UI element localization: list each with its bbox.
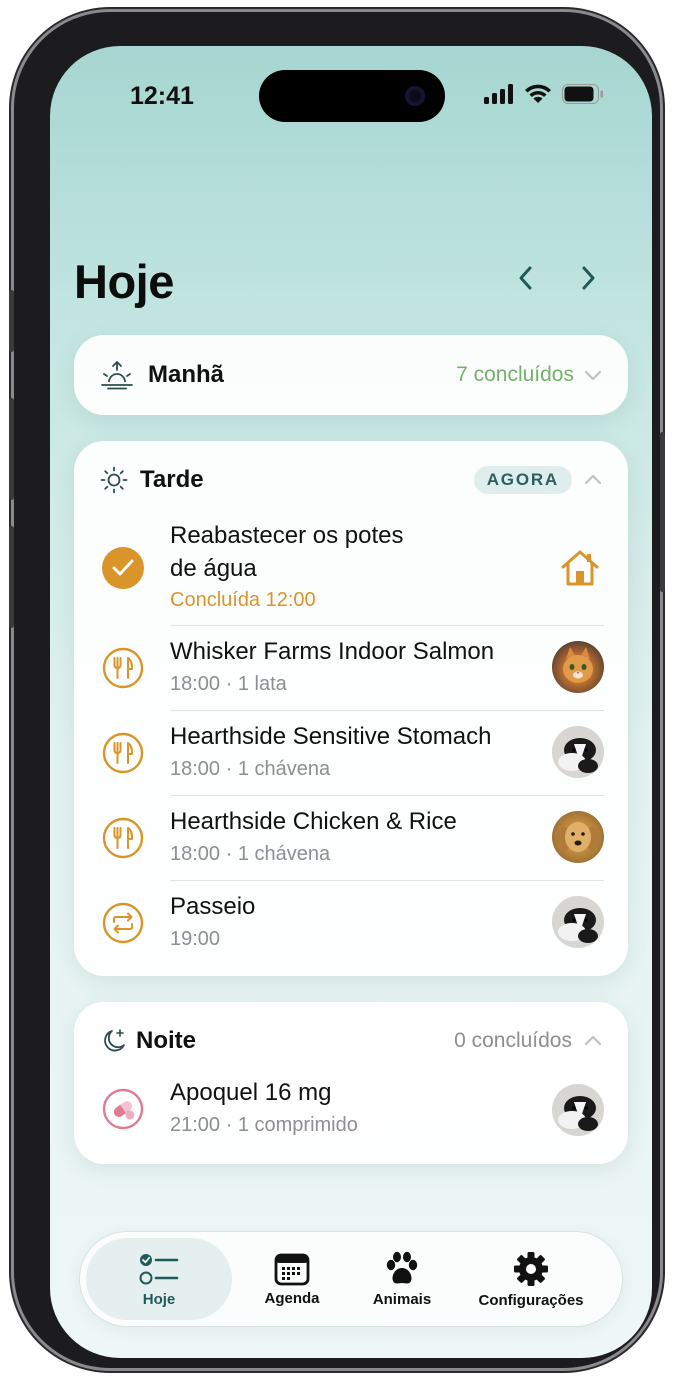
battery-icon: [562, 84, 603, 104]
next-day-button[interactable]: [570, 260, 606, 296]
section-morning-count: 7 concluídos: [456, 363, 574, 386]
status-icons: [484, 84, 604, 104]
volume-up-button: [9, 398, 14, 500]
gear-icon: [514, 1251, 548, 1286]
task-detail: 21:00 · 1 comprimido: [170, 1114, 358, 1136]
task-detail: 18:00 · 1 chávena: [170, 843, 331, 865]
dog-photo: [552, 1084, 604, 1136]
task-detail: 19:00: [170, 928, 221, 950]
checklist-icon: [139, 1253, 179, 1284]
sun-icon: [100, 466, 128, 494]
tab-agenda[interactable]: Agenda: [232, 1238, 352, 1320]
fork-knife-icon: [102, 732, 144, 774]
sunrise-icon: [101, 361, 133, 390]
feeding-status-button[interactable]: [102, 817, 144, 864]
dog-photo: [557, 822, 599, 852]
volume-down-button: [9, 526, 14, 628]
section-night-title: Noite: [136, 1027, 196, 1054]
now-badge: AGORA: [473, 466, 572, 494]
check-circle-icon: [112, 559, 134, 576]
task-row[interactable]: Reabastecer os potes de água Concluída 1…: [74, 517, 628, 617]
chevron-up-icon[interactable]: [582, 469, 604, 491]
chevron-left-icon: [519, 266, 532, 290]
pet-avatar-border-collie[interactable]: [552, 726, 604, 778]
tab-configuracoes[interactable]: Configurações: [452, 1238, 610, 1320]
pet-avatar-border-collie[interactable]: [552, 896, 604, 948]
section-night: Noite 0 concluídos Apoquel 16 mg 21:00 ·…: [74, 1002, 628, 1164]
tab-label: Hoje: [142, 1290, 176, 1308]
status-time: 12:41: [130, 82, 194, 110]
section-morning-header[interactable]: Manhã 7 concluídos: [74, 357, 628, 393]
section-afternoon: Tarde AGORA Reabastecer os potes de água…: [74, 441, 628, 976]
dog-photo: [552, 896, 604, 948]
power-button: [660, 432, 665, 592]
tab-animais[interactable]: Animais: [352, 1238, 452, 1320]
pet-avatar-golden-retriever[interactable]: [552, 811, 604, 863]
section-night-header[interactable]: Noite 0 concluídos: [74, 1022, 628, 1060]
screen: 12:41 Hoje Manhã 7 concluídos Tarde AGOR…: [50, 46, 652, 1358]
dog-photo: [552, 726, 604, 778]
section-morning[interactable]: Manhã 7 concluídos: [74, 335, 628, 415]
tab-label: Animais: [372, 1290, 432, 1308]
fork-knife-icon: [102, 647, 144, 689]
tab-label: Configurações: [478, 1291, 584, 1309]
previous-day-button[interactable]: [508, 260, 544, 296]
action-button: [9, 290, 14, 352]
task-detail: 18:00 · 1 lata: [170, 673, 287, 695]
task-row[interactable]: Whisker Farms Indoor Salmon 18:00 · 1 la…: [74, 625, 628, 710]
task-row[interactable]: Passeio 19:00: [74, 880, 628, 965]
task-row[interactable]: Hearthside Chicken & Rice 18:00 · 1 cháv…: [74, 795, 628, 880]
task-name: Reabastecer os potes: [170, 522, 404, 549]
completed-check-button[interactable]: [102, 547, 144, 589]
task-name: Hearthside Chicken & Rice: [170, 808, 457, 835]
task-row[interactable]: Hearthside Sensitive Stomach 18:00 · 1 c…: [74, 710, 628, 795]
feeding-status-button[interactable]: [102, 647, 144, 694]
pill-icon: [102, 1088, 144, 1130]
pet-avatar-border-collie[interactable]: [552, 1084, 604, 1136]
house-icon: [561, 550, 599, 586]
wifi-icon: [525, 84, 551, 103]
repeat-icon: [102, 902, 144, 944]
tab-label: Agenda: [264, 1289, 320, 1307]
task-detail: 18:00 · 1 chávena: [170, 758, 331, 780]
cat-photo: [563, 647, 593, 683]
paw-icon: [386, 1251, 418, 1283]
section-afternoon-title: Tarde: [140, 466, 204, 493]
dynamic-island: [259, 70, 445, 122]
task-name: Apoquel 16 mg: [170, 1079, 332, 1106]
calendar-icon: [274, 1253, 310, 1285]
fork-knife-icon: [102, 817, 144, 859]
tab-bar: Hoje Agenda Animais Configurações: [80, 1232, 622, 1326]
walk-status-button[interactable]: [102, 902, 144, 949]
task-name: Whisker Farms Indoor Salmon: [170, 638, 495, 665]
chevron-up-icon[interactable]: [582, 1030, 604, 1052]
medication-status-button[interactable]: [102, 1088, 144, 1135]
task-name: Passeio: [170, 893, 256, 920]
tab-hoje[interactable]: Hoje: [86, 1238, 232, 1320]
chevron-right-icon: [582, 266, 595, 290]
page-title: Hoje: [74, 255, 174, 308]
chevron-down-icon: [584, 370, 602, 381]
task-name-line2: de água: [170, 555, 257, 582]
task-completed-time: Concluída 12:00: [170, 589, 316, 611]
section-night-count: 0 concluídos: [454, 1029, 572, 1052]
moon-stars-icon: [104, 1029, 125, 1052]
signal-icon: [484, 84, 513, 104]
feeding-status-button[interactable]: [102, 732, 144, 779]
pet-avatar-orange-cat[interactable]: [552, 641, 604, 693]
task-name: Hearthside Sensitive Stomach: [170, 723, 492, 750]
task-row[interactable]: Apoquel 16 mg 21:00 · 1 comprimido: [74, 1070, 628, 1155]
section-morning-title: Manhã: [148, 361, 225, 388]
